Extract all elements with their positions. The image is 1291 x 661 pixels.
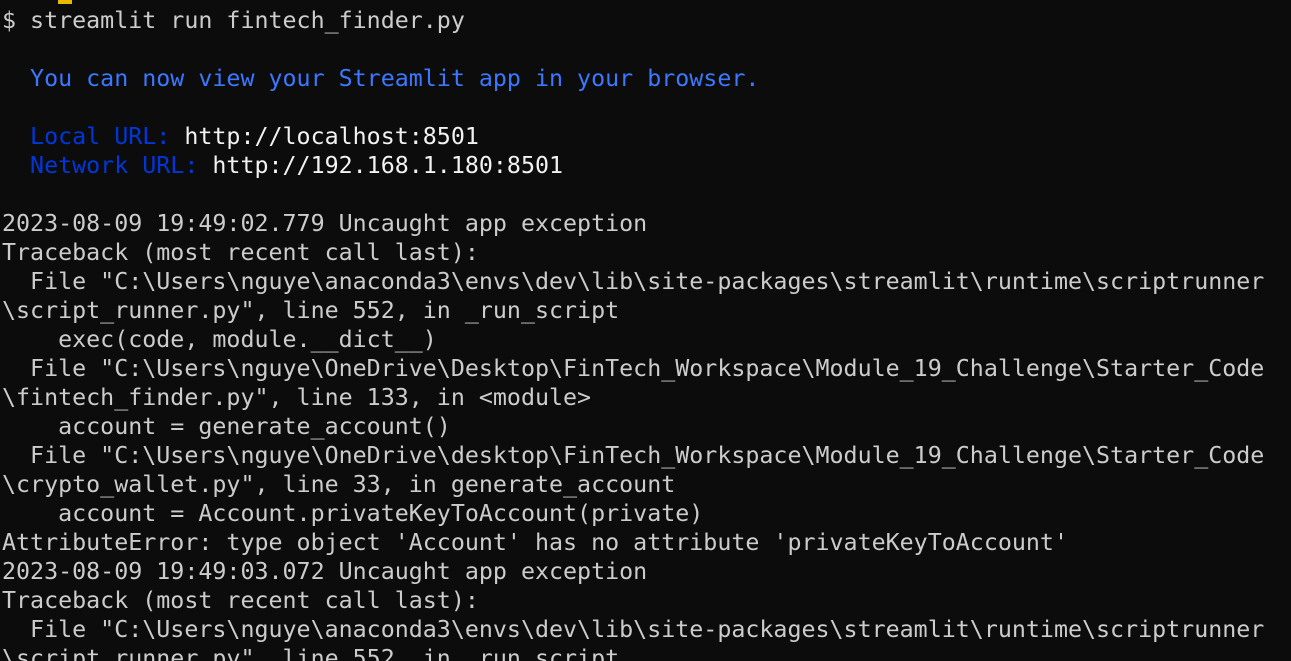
log-line: File "C:\Users\nguye\OneDrive\Desktop\Fi… xyxy=(2,355,1265,382)
log-line: exec(code, module.__dict__) xyxy=(2,326,437,353)
local-url-line: Local URL: http://localhost:8501 xyxy=(2,122,1291,151)
network-url-label: Network URL: xyxy=(2,152,213,179)
log-line: \fintech_finder.py", line 133, in <modul… xyxy=(2,384,592,411)
log-line: 2023-08-09 19:49:03.072 Uncaught app exc… xyxy=(2,558,648,585)
local-url-label: Local URL: xyxy=(2,123,185,150)
local-url-link[interactable]: http://localhost:8501 xyxy=(184,123,479,150)
command-line: $ streamlit run fintech_finder.py xyxy=(2,7,465,34)
log-line: \script_runner.py", line 552, in _run_sc… xyxy=(2,645,620,661)
log-line: account = Account.privateKeyToAccount(pr… xyxy=(2,500,704,527)
log-line: Traceback (most recent call last): xyxy=(2,587,479,614)
network-url-line: Network URL: http://192.168.1.180:8501 xyxy=(2,151,1291,180)
log-line: \script_runner.py", line 552, in _run_sc… xyxy=(2,297,620,324)
terminal-window[interactable]: $ streamlit run fintech_finder.py You ca… xyxy=(0,0,1291,661)
log-line: Traceback (most recent call last): xyxy=(2,239,479,266)
log-line: 2023-08-09 19:49:02.779 Uncaught app exc… xyxy=(2,210,648,237)
log-line: AttributeError: type object 'Account' ha… xyxy=(2,529,1068,556)
terminal-output: $ streamlit run fintech_finder.py You ca… xyxy=(2,6,1291,661)
log-line: File "C:\Users\nguye\anaconda3\envs\dev\… xyxy=(2,616,1265,643)
info-message: You can now view your Streamlit app in y… xyxy=(2,65,760,92)
log-line: File "C:\Users\nguye\anaconda3\envs\dev\… xyxy=(2,268,1265,295)
network-url-link[interactable]: http://192.168.1.180:8501 xyxy=(212,152,563,179)
log-line: File "C:\Users\nguye\OneDrive\desktop\Fi… xyxy=(2,442,1265,469)
text-cursor xyxy=(58,0,72,4)
log-line: \crypto_wallet.py", line 33, in generate… xyxy=(2,471,676,498)
log-line: account = generate_account() xyxy=(2,413,451,440)
